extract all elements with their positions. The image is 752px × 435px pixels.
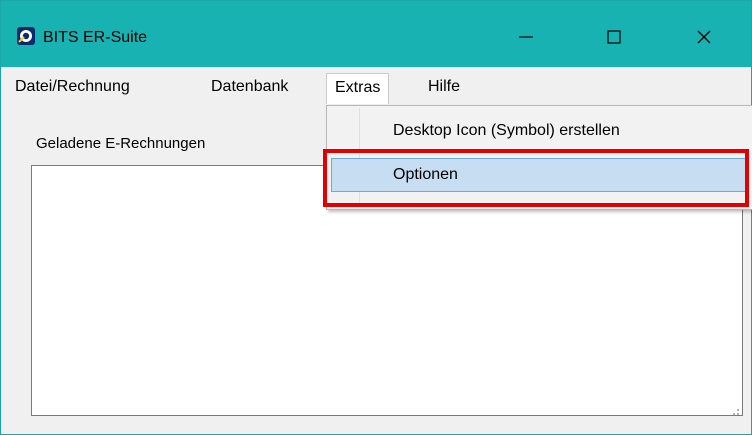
close-icon — [696, 29, 712, 50]
menu-extras[interactable]: Extras — [326, 73, 390, 104]
close-button[interactable] — [681, 19, 727, 59]
menu-hilfe[interactable]: Hilfe — [420, 73, 468, 101]
title-bar[interactable]: BITS ER-Suite — [1, 1, 751, 67]
menu-datei-rechnung[interactable]: Datei/Rechnung — [7, 73, 138, 101]
app-logo-icon — [17, 27, 35, 45]
annotation-highlight-box — [323, 149, 749, 207]
menu-item-desktop-icon[interactable]: Desktop Icon (Symbol) erstellen — [327, 114, 750, 148]
menu-item-label: Desktop Icon (Symbol) erstellen — [393, 122, 620, 139]
menu-datenbank[interactable]: Datenbank — [203, 73, 296, 101]
minimize-icon — [518, 29, 534, 50]
minimize-button[interactable] — [503, 19, 549, 59]
maximize-icon — [606, 29, 622, 50]
list-label: Geladene E-Rechnungen — [36, 135, 206, 152]
window-title: BITS ER-Suite — [43, 29, 148, 46]
resize-grip-icon[interactable] — [730, 403, 740, 415]
maximize-button[interactable] — [591, 19, 637, 59]
menu-bar: Datei/Rechnung Datenbank Extras Hilfe — [1, 67, 751, 105]
app-window: BITS ER-Suite Datei/Rechnung Datenbank E… — [0, 0, 752, 435]
